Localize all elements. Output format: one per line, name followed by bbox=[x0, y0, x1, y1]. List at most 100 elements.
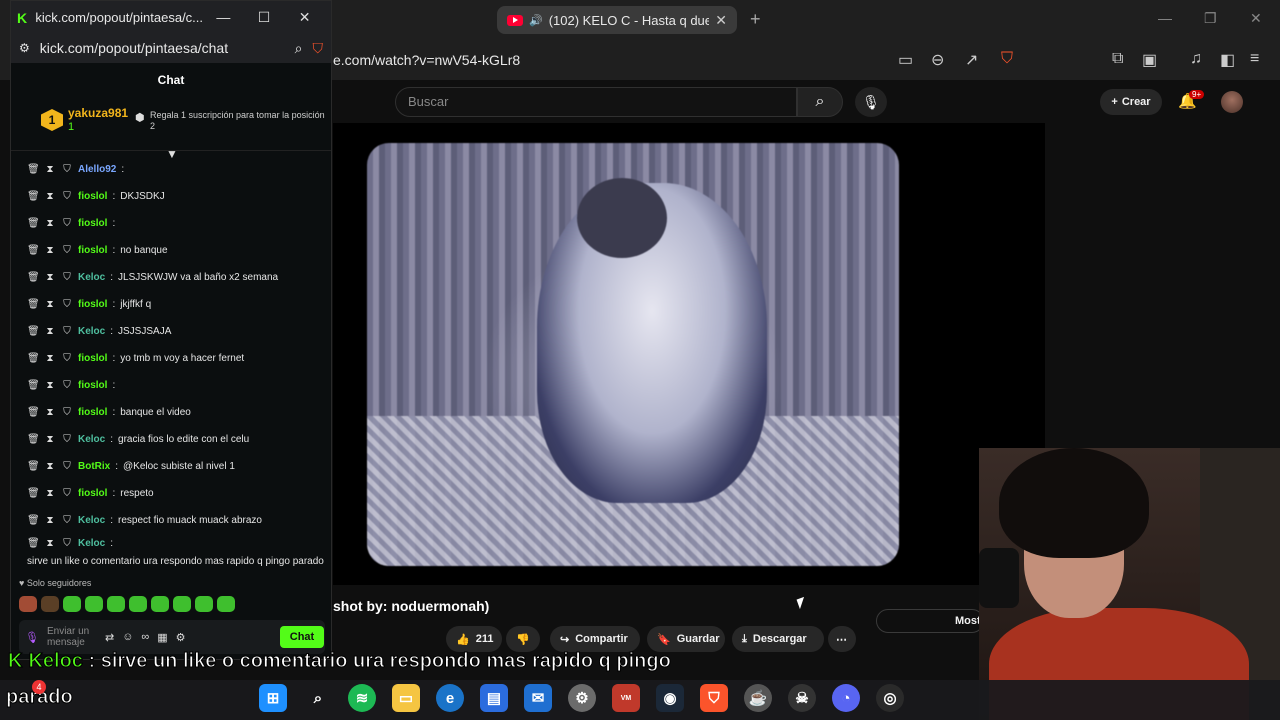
ban-icon[interactable]: ⛉ bbox=[61, 272, 73, 283]
chat-username[interactable]: fioslol bbox=[78, 299, 107, 310]
cast-icon[interactable]: ▭ bbox=[898, 50, 913, 70]
timeout-icon[interactable]: ⧗ bbox=[44, 407, 56, 418]
kick-brave-icon[interactable]: ⛉ bbox=[313, 40, 324, 57]
outlook-icon[interactable]: ✉ bbox=[524, 684, 552, 712]
menu-icon[interactable]: ≡ bbox=[1250, 50, 1259, 68]
ban-icon[interactable]: ⛉ bbox=[61, 515, 73, 526]
sidebar-icon[interactable]: ◧ bbox=[1220, 50, 1235, 70]
extensions-icon[interactable]: ⧉ bbox=[1112, 50, 1123, 68]
ban-icon[interactable]: ⛉ bbox=[61, 326, 73, 337]
emote-7[interactable] bbox=[151, 596, 169, 612]
spotify-icon[interactable]: ≋ bbox=[348, 684, 376, 712]
chat-username[interactable]: Keloc bbox=[78, 538, 105, 549]
video-frame[interactable] bbox=[367, 143, 899, 566]
obs-icon[interactable]: ◎ bbox=[876, 684, 904, 712]
app-icon-cup[interactable]: ☕ bbox=[744, 684, 772, 712]
kick-zoom-icon[interactable]: ⌕ bbox=[295, 40, 303, 57]
ban-icon[interactable]: ⛉ bbox=[61, 461, 73, 472]
chat-send-button[interactable]: Chat bbox=[280, 626, 324, 648]
timeout-icon[interactable]: ⧗ bbox=[44, 488, 56, 499]
kick-url-text[interactable]: kick.com/popout/pintaesa/chat bbox=[40, 40, 285, 56]
emoji-icon[interactable]: ☺ bbox=[122, 631, 133, 643]
app-icon-skull[interactable]: ☠ bbox=[788, 684, 816, 712]
file-explorer-icon[interactable]: ▭ bbox=[392, 684, 420, 712]
timeout-icon[interactable]: ⧗ bbox=[44, 272, 56, 283]
chat-username[interactable]: fioslol bbox=[78, 380, 107, 391]
ban-icon[interactable]: ⛉ bbox=[61, 488, 73, 499]
ban-icon[interactable]: ⛉ bbox=[61, 299, 73, 310]
settings-icon[interactable]: ⚙ bbox=[176, 631, 186, 644]
delete-icon[interactable]: 🗑 bbox=[27, 434, 40, 445]
chat-username[interactable]: Alello92 bbox=[78, 164, 116, 175]
chat-username[interactable]: fioslol bbox=[78, 488, 107, 499]
delete-icon[interactable]: 🗑 bbox=[27, 218, 40, 229]
show-more-button[interactable]: Most bbox=[876, 609, 984, 633]
emote-2[interactable] bbox=[41, 596, 59, 612]
save-button[interactable]: 🔖 Guardar bbox=[647, 626, 725, 652]
ban-icon[interactable]: ⛉ bbox=[61, 538, 73, 549]
delete-icon[interactable]: 🗑 bbox=[27, 245, 40, 256]
delete-icon[interactable]: 🗑 bbox=[27, 461, 40, 472]
voicemeeter-icon[interactable]: VM bbox=[612, 684, 640, 712]
emote-6[interactable] bbox=[129, 596, 147, 612]
ban-icon[interactable]: ⛉ bbox=[61, 353, 73, 364]
windows-start-icon[interactable]: ⊞ bbox=[259, 684, 287, 712]
discord-icon[interactable]: ◔ bbox=[832, 684, 860, 712]
chat-username[interactable]: BotRix bbox=[78, 461, 110, 472]
ban-icon[interactable]: ⛉ bbox=[61, 164, 73, 175]
close-window-icon[interactable]: ✕ bbox=[1250, 10, 1262, 27]
delete-icon[interactable]: 🗑 bbox=[27, 353, 40, 364]
ban-icon[interactable]: ⛉ bbox=[61, 218, 73, 229]
timeout-icon[interactable]: ⧗ bbox=[44, 191, 56, 202]
delete-icon[interactable]: 🗑 bbox=[27, 191, 40, 202]
chat-username[interactable]: fioslol bbox=[78, 191, 107, 202]
delete-icon[interactable]: 🗑 bbox=[27, 299, 40, 310]
emote-4[interactable] bbox=[85, 596, 103, 612]
chat-username[interactable]: fioslol bbox=[78, 245, 107, 256]
edge-icon[interactable]: e bbox=[436, 684, 464, 712]
delete-icon[interactable]: 🗑 bbox=[27, 407, 40, 418]
timeout-icon[interactable]: ⧗ bbox=[44, 380, 56, 391]
timeout-icon[interactable]: ⧗ bbox=[44, 461, 56, 472]
chat-username[interactable]: Keloc bbox=[78, 434, 105, 445]
timeout-icon[interactable]: ⧗ bbox=[44, 353, 56, 364]
timeout-icon[interactable]: ⧗ bbox=[44, 218, 56, 229]
timeout-icon[interactable]: ⧗ bbox=[44, 164, 56, 175]
url-text[interactable]: e.com/watch?v=nwV54-kGLr8 bbox=[333, 52, 520, 68]
kick-minimize-icon[interactable]: — bbox=[203, 9, 244, 25]
pinned-username[interactable]: yakuza981 bbox=[68, 106, 128, 120]
minimize-icon[interactable]: — bbox=[1158, 10, 1172, 26]
search-input[interactable]: Buscar bbox=[395, 87, 797, 117]
delete-icon[interactable]: 🗑 bbox=[27, 488, 40, 499]
emote-9[interactable] bbox=[195, 596, 213, 612]
kick-maximize-icon[interactable]: ☐ bbox=[244, 9, 285, 26]
chat-username[interactable]: fioslol bbox=[78, 218, 107, 229]
like-button[interactable]: 👍 211 bbox=[446, 626, 502, 652]
settings-gear-icon[interactable]: ⚙ bbox=[568, 684, 596, 712]
ban-icon[interactable]: ⛉ bbox=[61, 407, 73, 418]
chat-input-placeholder[interactable]: Enviar un mensaje bbox=[47, 626, 97, 648]
timeout-icon[interactable]: ⧗ bbox=[44, 245, 56, 256]
avatar[interactable] bbox=[1221, 91, 1243, 113]
microphone-icon[interactable]: 🎙 bbox=[25, 631, 39, 644]
timeout-icon[interactable]: ⧗ bbox=[44, 538, 56, 549]
chat-username[interactable]: fioslol bbox=[78, 407, 107, 418]
timeout-icon[interactable]: ⧗ bbox=[44, 299, 56, 310]
ban-icon[interactable]: ⛉ bbox=[61, 191, 73, 202]
ban-icon[interactable]: ⛉ bbox=[61, 380, 73, 391]
new-tab-button[interactable]: + bbox=[750, 9, 761, 30]
delete-icon[interactable]: 🗑 bbox=[27, 380, 40, 391]
brave-icon[interactable]: ⛉ bbox=[700, 684, 728, 712]
emote-1[interactable] bbox=[19, 596, 37, 612]
brave-shield-icon[interactable]: ⛉ bbox=[1001, 50, 1013, 68]
timeout-icon[interactable]: ⧗ bbox=[44, 434, 56, 445]
delete-icon[interactable]: 🗑 bbox=[27, 326, 40, 337]
screenshot-icon[interactable]: ▣ bbox=[1142, 50, 1157, 70]
delete-icon[interactable]: 🗑 bbox=[27, 538, 40, 549]
chat-username[interactable]: fioslol bbox=[78, 353, 107, 364]
share-icon[interactable]: ↗ bbox=[965, 50, 978, 70]
chat-username[interactable]: Keloc bbox=[78, 272, 105, 283]
chat-username[interactable]: Keloc bbox=[78, 515, 105, 526]
timeout-icon[interactable]: ⧗ bbox=[44, 515, 56, 526]
close-tab-icon[interactable]: ✕ bbox=[715, 12, 727, 29]
